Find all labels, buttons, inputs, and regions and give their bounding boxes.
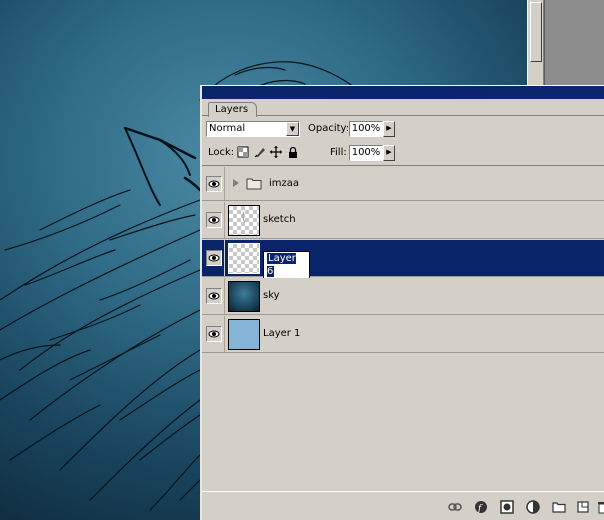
layer-name: imzaa: [269, 177, 300, 189]
blend-mode-value: Normal: [209, 123, 246, 134]
layer-row-imzaa[interactable]: imzaa: [202, 167, 604, 201]
visibility-eye-icon[interactable]: [206, 288, 222, 304]
vertical-scrollbar[interactable]: [527, 0, 544, 95]
layers-list: imzaa sketch Layer 6 sky Layer 1: [202, 167, 604, 362]
palette-title-bar[interactable]: [202, 86, 604, 99]
folder-icon: [246, 178, 262, 190]
tab-layers[interactable]: Layers: [208, 102, 258, 117]
blend-opacity-row: Normal ▼ Opacity: 100% ▶: [202, 118, 604, 142]
fill-label: Fill:: [330, 147, 347, 158]
lock-fill-row: Lock: Fill: 100% ▶: [202, 142, 604, 166]
layer-row-layer-6[interactable]: Layer 6: [202, 240, 604, 279]
chevron-down-icon[interactable]: ▼: [286, 122, 299, 136]
workspace-background: [544, 0, 604, 95]
layer-name-selection: Layer 6: [267, 253, 296, 277]
new-layer-icon[interactable]: [576, 500, 590, 514]
visibility-eye-icon[interactable]: [206, 326, 222, 342]
fill-input[interactable]: 100%: [349, 145, 383, 161]
new-group-icon[interactable]: [552, 500, 566, 514]
layer-mask-icon[interactable]: [500, 500, 514, 514]
layer-thumbnail: [228, 319, 260, 350]
lock-all-icon[interactable]: [287, 146, 299, 158]
opacity-input[interactable]: 100%: [349, 121, 383, 137]
blend-mode-select[interactable]: Normal ▼: [206, 121, 300, 137]
layer-name: sketch: [263, 214, 296, 225]
layer-thumbnail: [228, 281, 260, 312]
lock-image-pixels-icon[interactable]: [254, 146, 266, 158]
scrollbar-thumb[interactable]: [530, 2, 542, 62]
lock-position-icon[interactable]: [270, 146, 282, 158]
trash-icon[interactable]: [598, 500, 604, 514]
layer-name: sky: [263, 290, 280, 301]
layer-thumbnail: [228, 205, 260, 236]
visibility-eye-icon[interactable]: [206, 250, 222, 266]
layer-style-icon[interactable]: f: [474, 500, 488, 514]
adjustment-layer-icon[interactable]: [526, 500, 540, 514]
lock-label: Lock:: [208, 147, 235, 158]
palette-tab-row: Layers: [202, 99, 604, 117]
link-icon[interactable]: [448, 500, 462, 514]
fill-slider-arrow-icon[interactable]: ▶: [383, 145, 395, 161]
layer-name-input[interactable]: Layer 6: [263, 251, 310, 279]
visibility-eye-icon[interactable]: [206, 175, 222, 192]
layer-name: Layer 1: [263, 328, 301, 339]
lock-transparency-icon[interactable]: [237, 146, 249, 158]
visibility-eye-icon[interactable]: [206, 212, 222, 228]
document-scroll-area: [527, 0, 604, 95]
expand-triangle-icon[interactable]: [232, 178, 240, 188]
opacity-label: Opacity:: [308, 123, 350, 134]
layer-row-sky[interactable]: sky: [202, 278, 604, 315]
palette-bottom-bar: f: [202, 491, 604, 520]
layer-thumbnail: [228, 243, 260, 274]
layer-row-sketch[interactable]: sketch: [202, 202, 604, 239]
layer-row-layer-1[interactable]: Layer 1: [202, 316, 604, 353]
opacity-slider-arrow-icon[interactable]: ▶: [383, 121, 395, 137]
layers-palette: Layers Normal ▼ Opacity: 100% ▶ Lock: Fi…: [200, 85, 604, 520]
